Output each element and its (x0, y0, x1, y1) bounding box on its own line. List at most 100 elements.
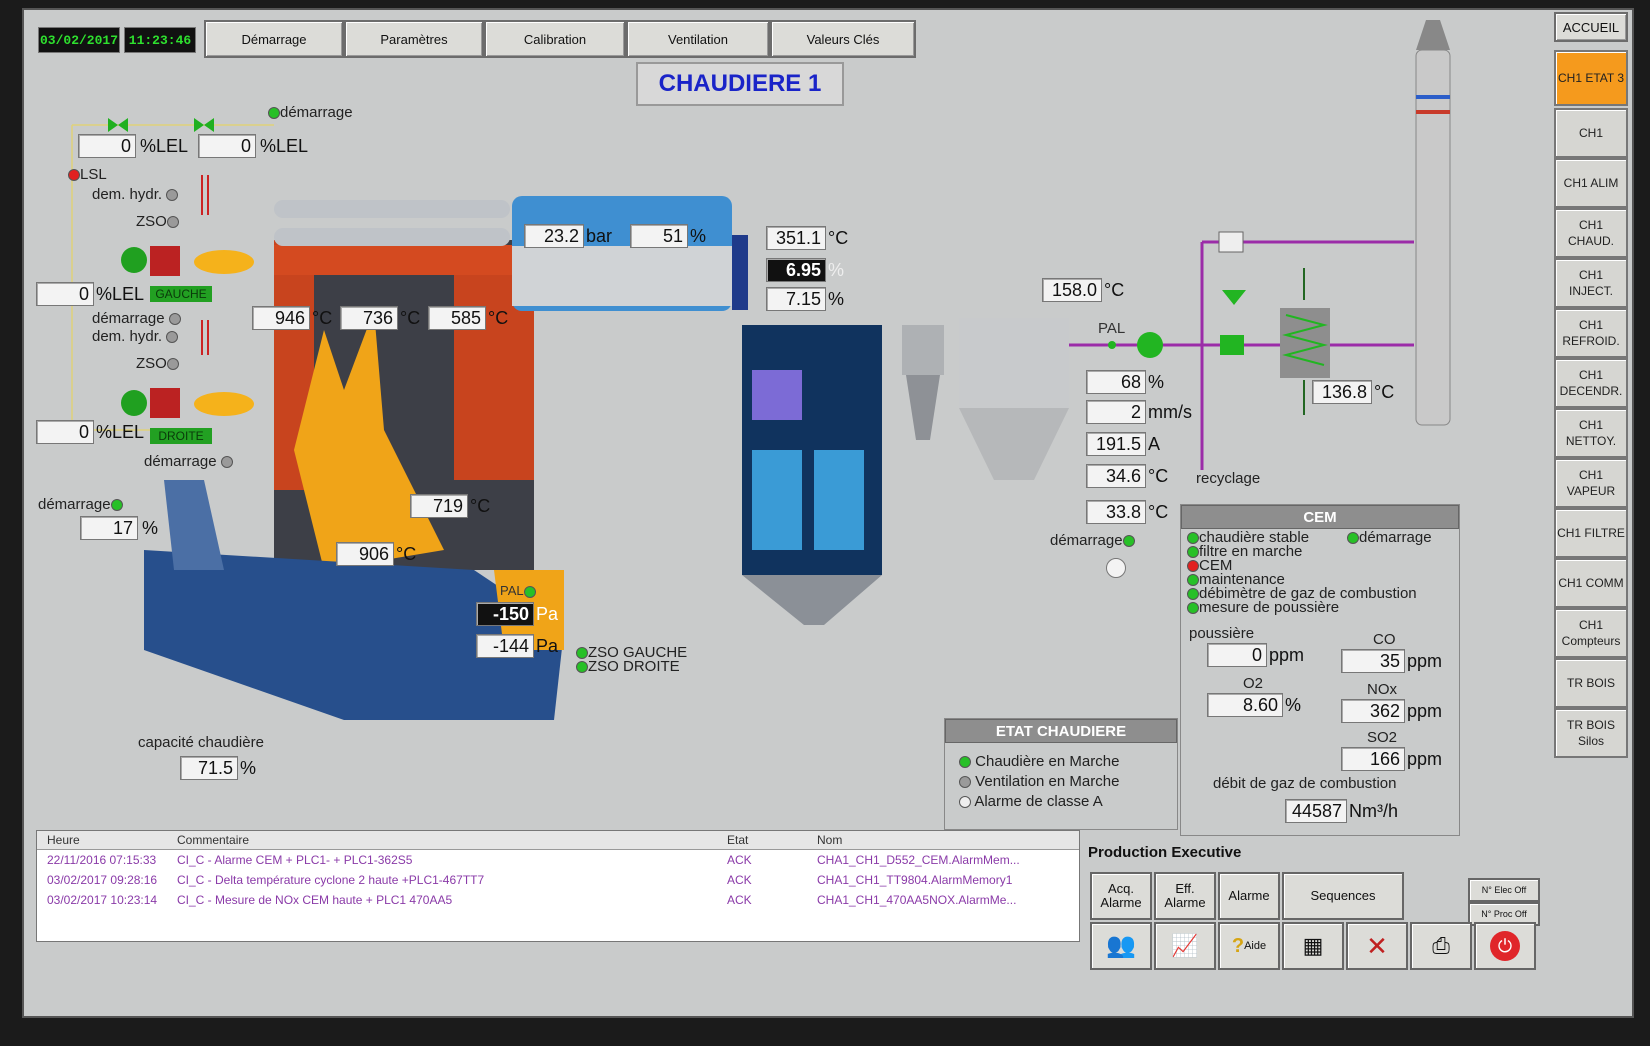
side-tr-bois[interactable]: TR BOIS (1554, 658, 1628, 708)
elec-off-button[interactable]: N° Elec Off (1468, 878, 1540, 902)
poussiere-label: poussière (1189, 625, 1255, 642)
fan-start-indicator[interactable] (1106, 558, 1126, 578)
lel-3-unit: %LEL (96, 284, 145, 304)
o2-a-unit: % (828, 260, 845, 280)
alarm-row-etat: ACK (727, 853, 752, 867)
alarm-row[interactable]: 22/11/2016 07:15:33 CI_C - Alarme CEM + … (37, 853, 1079, 871)
capacite-label: capacité chaudière (138, 734, 264, 751)
demarrage-top-label: démarrage (280, 104, 353, 121)
o2-cem-value: 8.60 (1207, 693, 1283, 717)
side-tr-bois-silos[interactable]: TR BOIS Silos (1554, 708, 1628, 758)
side-ch1-etat[interactable]: CH1 ETAT 3 (1554, 50, 1628, 106)
o2-a-value: 6.95 (766, 258, 826, 282)
fan-pct-unit: % (1148, 372, 1165, 392)
alarm-row[interactable]: 03/02/2017 10:23:14 CI_C - Mesure de NOx… (37, 893, 1079, 911)
poussiere-value: 0 (1207, 643, 1267, 667)
dem-hydr-1-label: dem. hydr. (92, 186, 163, 203)
flue-temp-unit: °C (828, 228, 849, 248)
side-ch1-chaud[interactable]: CH1 CHAUD. (1554, 208, 1628, 258)
etat-ventilation-icon (959, 776, 971, 789)
zso-2-label: ZSO (136, 355, 167, 372)
furnace-pressure-1-value: -150 (476, 602, 534, 626)
alarm-col-etat[interactable]: Etat (727, 833, 748, 847)
trend-button[interactable]: 📈 (1154, 922, 1216, 970)
alarm-suppress-button[interactable]: ✕ (1346, 922, 1408, 970)
so2-label: SO2 (1367, 729, 1398, 746)
temp-946-unit: °C (312, 308, 333, 328)
burner-fan-right-icon (121, 390, 147, 416)
co-label: CO (1373, 631, 1396, 648)
flue-temp-value: 351.1 (766, 226, 826, 250)
print-button[interactable]: ⎙ (1410, 922, 1472, 970)
power-button[interactable]: ⏻ (1474, 922, 1536, 970)
co-unit: ppm (1407, 651, 1443, 671)
alarm-col-nom[interactable]: Nom (817, 833, 842, 847)
side-ch1-vapeur[interactable]: CH1 VAPEUR (1554, 458, 1628, 508)
side-ch1-alim[interactable]: CH1 ALIM (1554, 158, 1628, 208)
gas-valve-1-icon (108, 118, 118, 132)
users-button[interactable]: 👥 (1090, 922, 1152, 970)
alarm-row[interactable]: 03/02/2017 09:28:16 CI_C - Delta tempéra… (37, 873, 1079, 891)
alarm-row-nom: CHA1_CH1_470AA5NOX.AlarmMe... (817, 893, 1017, 907)
demarrage-burner-label: démarrage (92, 310, 165, 327)
temp-906-unit: °C (396, 544, 417, 564)
demarrage-feed-label: démarrage (38, 496, 111, 513)
temp-585-value: 585 (428, 306, 486, 330)
furnace-pressure-2-value: -144 (476, 634, 534, 658)
side-ch1-inject[interactable]: CH1 INJECT. (1554, 258, 1628, 308)
alarme-button[interactable]: Alarme (1218, 872, 1280, 920)
etat-item-alarme: Alarme de classe A (974, 793, 1103, 810)
lel-3-value: 0 (36, 282, 94, 306)
drum-level-value: 51 (630, 224, 688, 248)
alarm-col-heure[interactable]: Heure (47, 833, 80, 847)
alarm-row-etat: ACK (727, 893, 752, 907)
eff-alarme-button[interactable]: Eff. Alarme (1154, 872, 1216, 920)
fan-pct-value: 68 (1086, 370, 1146, 394)
alarm-row-nom: CHA1_CH1_D552_CEM.AlarmMem... (817, 853, 1020, 867)
cem-panel: CEM chaudière stable démarrage filtre en… (1180, 504, 1460, 836)
temp-a-value: 34.6 (1086, 464, 1146, 488)
side-ch1[interactable]: CH1 (1554, 108, 1628, 158)
o2-b-unit: % (828, 289, 845, 309)
burner-gauche-label: GAUCHE (150, 286, 212, 302)
calculator-button[interactable]: ▦ (1282, 922, 1344, 970)
side-ch1-decendr[interactable]: CH1 DECENDR. (1554, 358, 1628, 408)
stack-temp-value: 136.8 (1312, 380, 1372, 404)
o2-label: O2 (1243, 675, 1264, 692)
demarrage-fan-label: démarrage (1050, 532, 1123, 549)
accueil-button[interactable]: ACCUEIL (1554, 12, 1628, 42)
printer-icon: ⎙ (1432, 933, 1450, 958)
side-ch1-nettoy[interactable]: CH1 NETTOY. (1554, 408, 1628, 458)
side-ch1-comm[interactable]: CH1 COMM (1554, 558, 1628, 608)
furnace-pressure-1-unit: Pa (536, 604, 559, 624)
burner-droite-label: DROITE (150, 428, 212, 444)
temp-719-unit: °C (470, 496, 491, 516)
cross-icon: ✕ (1366, 931, 1388, 961)
cem-status-poussiere: mesure de poussière (1199, 599, 1340, 616)
capacite-unit: % (240, 758, 257, 778)
temp-736-value: 736 (340, 306, 398, 330)
scada-screen: 03/02/2017 11:23:46 Démarrage Paramètres… (22, 8, 1634, 1018)
heat-exchanger-icon (1280, 308, 1330, 378)
aide-button[interactable]: ? Aide (1218, 922, 1280, 970)
etat-panel: ETAT CHAUDIERE Chaudière en Marche Venti… (944, 718, 1178, 830)
acq-alarme-button[interactable]: Acq. Alarme (1090, 872, 1152, 920)
side-ch1-compteurs[interactable]: CH1 Compteurs (1554, 608, 1628, 658)
capacite-value: 71.5 (180, 756, 238, 780)
side-ch1-filtre[interactable]: CH1 FILTRE (1554, 508, 1628, 558)
poussiere-unit: ppm (1269, 645, 1305, 665)
etat-chaudiere-marche-icon (959, 756, 971, 769)
demarrage-top-status-icon (268, 107, 280, 120)
o2-cem-unit: % (1285, 695, 1302, 715)
calculator-icon: ▦ (1302, 933, 1324, 958)
pal-fan-label: PAL (1098, 320, 1126, 337)
steam-pressure-unit: bar (586, 226, 613, 246)
pal-fan-icon (1137, 332, 1163, 358)
alarm-row-heure: 22/11/2016 07:15:33 (47, 853, 157, 867)
etat-alarme-icon (959, 796, 971, 809)
alarm-col-commentaire[interactable]: Commentaire (177, 833, 249, 847)
side-ch1-refroid[interactable]: CH1 REFROID. (1554, 308, 1628, 358)
burner-fan-left-icon (121, 247, 147, 273)
lel-1-unit: %LEL (140, 136, 189, 156)
sequences-button[interactable]: Sequences (1282, 872, 1404, 920)
